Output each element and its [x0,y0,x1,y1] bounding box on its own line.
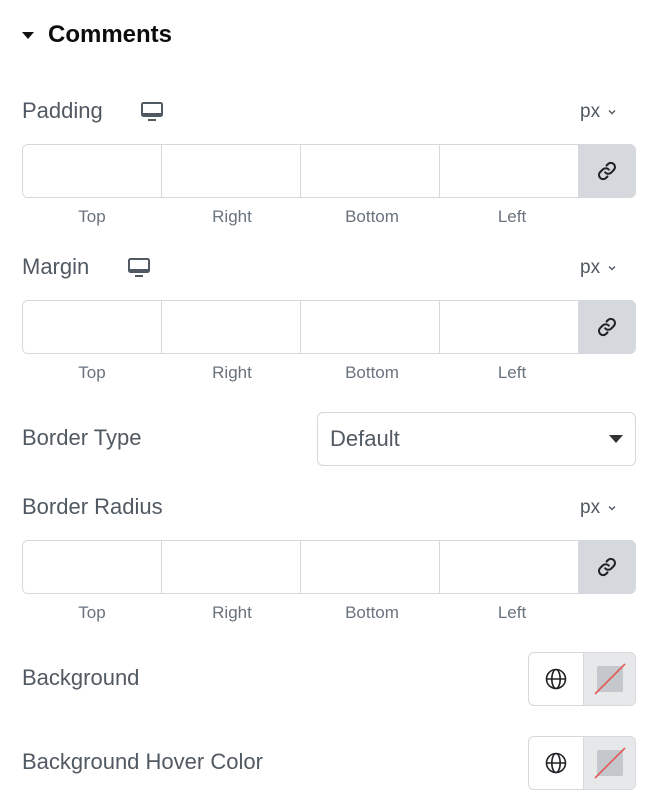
padding-right-input[interactable] [162,145,301,197]
link-icon [598,557,616,577]
margin-unit-value: px [580,257,601,278]
sublabel-top: Top [78,603,106,622]
margin-sublabels: Top Right Bottom Left [22,363,582,383]
padding-label: Padding [22,98,103,123]
border-radius-top-input[interactable] [23,541,162,593]
border-type-value: Default [330,426,400,451]
border-radius-sublabels: Top Right Bottom Left [22,603,582,623]
global-colors-button[interactable] [529,737,584,789]
padding-left-input[interactable] [440,145,579,197]
margin-label: Margin [22,254,90,279]
border-radius-unit-value: px [580,497,601,518]
margin-bottom-input[interactable] [301,301,440,353]
chevron-down-icon [608,506,616,511]
sublabel-left: Left [497,603,527,622]
border-type-select[interactable]: Default [317,412,636,466]
desktop-icon[interactable] [139,101,165,123]
margin-top-input[interactable] [23,301,162,353]
no-color-icon [593,747,626,779]
border-radius-bottom-input[interactable] [301,541,440,593]
background-color-swatch[interactable] [584,653,635,705]
no-color-icon [593,663,626,695]
padding-unit-value: px [580,101,601,122]
border-radius-unit-select[interactable]: px [580,497,616,519]
background-hover-color-swatch[interactable] [584,737,635,789]
chevron-down-icon [608,110,616,115]
global-colors-button[interactable] [529,653,584,705]
sublabel-right: Right [212,207,252,226]
section-title: Comments [48,21,173,48]
padding-bottom-input[interactable] [301,145,440,197]
margin-link-button[interactable] [579,301,635,353]
sublabel-bottom: Bottom [345,207,399,226]
padding-sublabels: Top Right Bottom Left [22,207,582,227]
margin-unit-select[interactable]: px [580,257,616,279]
sublabel-bottom: Bottom [345,603,399,622]
caret-down-icon [22,32,34,39]
link-icon [598,317,616,337]
padding-top-input[interactable] [23,145,162,197]
sublabel-right: Right [212,363,252,382]
sublabel-top: Top [78,207,106,226]
border-type-label: Border Type [22,425,142,450]
padding-link-button[interactable] [579,145,635,197]
background-hover-label: Background Hover Color [22,749,263,774]
sublabel-bottom: Bottom [345,363,399,382]
section-header-comments[interactable]: Comments [22,18,172,52]
padding-dimensions [22,144,636,198]
caret-down-icon [609,435,623,443]
border-radius-right-input[interactable] [162,541,301,593]
border-radius-link-button[interactable] [579,541,635,593]
globe-icon [545,752,567,774]
padding-unit-select[interactable]: px [580,101,616,123]
sublabel-left: Left [497,207,527,226]
border-radius-dimensions [22,540,636,594]
chevron-down-icon [608,266,616,271]
sublabel-left: Left [497,363,527,382]
border-radius-label: Border Radius [22,494,163,519]
globe-icon [545,668,567,690]
sublabel-right: Right [212,603,252,622]
margin-right-input[interactable] [162,301,301,353]
margin-dimensions [22,300,636,354]
background-label: Background [22,665,140,690]
background-hover-color-control [528,736,636,790]
border-radius-left-input[interactable] [440,541,579,593]
link-icon [598,161,616,181]
margin-left-input[interactable] [440,301,579,353]
background-color-control [528,652,636,706]
desktop-icon[interactable] [126,257,152,279]
sublabel-top: Top [78,363,106,382]
